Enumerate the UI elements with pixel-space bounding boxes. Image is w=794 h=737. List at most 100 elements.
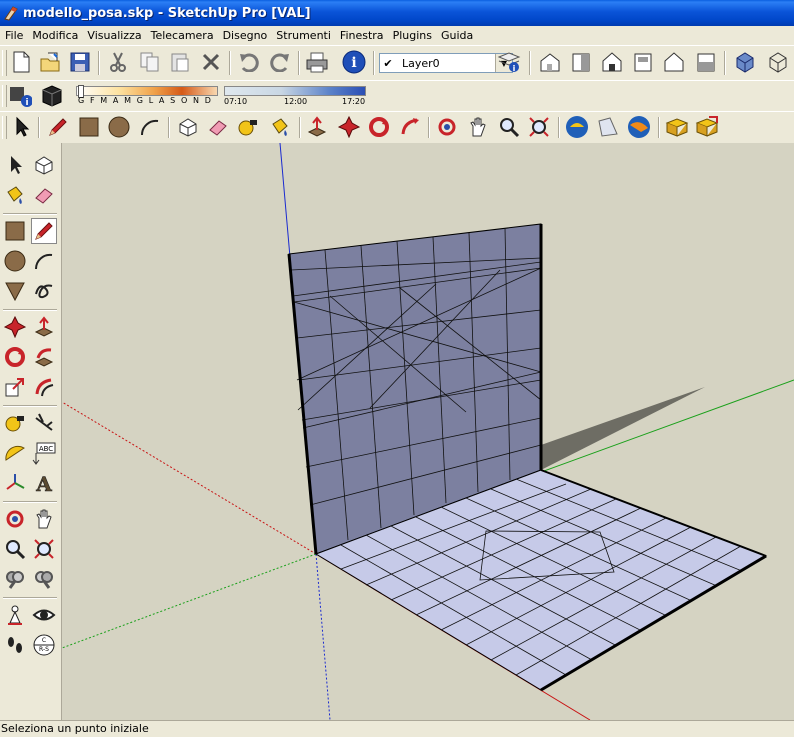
circle-icon[interactable] [107, 115, 131, 139]
text-icon[interactable]: ABC [31, 440, 57, 466]
menu-file[interactable]: File [0, 29, 27, 42]
toolbar-grip[interactable] [2, 85, 7, 107]
tape-measure-icon[interactable] [2, 410, 28, 436]
share-component-icon[interactable] [695, 115, 719, 139]
look-around-icon[interactable] [31, 602, 57, 628]
paint-bucket-icon[interactable] [268, 115, 292, 139]
cut-icon[interactable] [106, 50, 130, 74]
push-pull-icon[interactable] [305, 115, 329, 139]
zoom-icon[interactable] [2, 536, 28, 562]
select-icon[interactable] [2, 152, 28, 178]
time-slider[interactable] [224, 86, 366, 96]
layer-visible-checkmark[interactable]: ✔ [380, 57, 396, 70]
pan-icon[interactable] [31, 506, 57, 532]
menu-disegno[interactable]: Disegno [218, 29, 272, 42]
orbit-icon[interactable] [2, 506, 28, 532]
next-view-icon[interactable] [31, 566, 57, 592]
rotate-icon[interactable] [367, 115, 391, 139]
arc-icon[interactable] [31, 248, 57, 274]
axes-icon[interactable] [2, 470, 28, 496]
make-component-icon[interactable] [176, 115, 200, 139]
3d-text-icon[interactable]: A [31, 470, 57, 496]
toolbar-grip[interactable] [2, 50, 7, 76]
erase-icon[interactable] [199, 50, 223, 74]
month-slider[interactable] [76, 86, 218, 96]
scale-icon[interactable] [2, 374, 28, 400]
drawing-viewport[interactable] [62, 143, 794, 720]
pencil-icon[interactable] [46, 115, 70, 139]
share-model-icon[interactable] [596, 115, 620, 139]
move-icon[interactable] [337, 115, 361, 139]
save-icon[interactable] [68, 50, 92, 74]
dimension-icon[interactable] [31, 410, 57, 436]
model-scene[interactable] [62, 143, 794, 720]
arc-icon[interactable] [138, 115, 162, 139]
back-view-icon[interactable] [662, 50, 686, 74]
rectangle-icon[interactable] [77, 115, 101, 139]
left-view-icon[interactable] [694, 50, 718, 74]
eraser-icon[interactable] [206, 115, 230, 139]
shadows-toggle-icon[interactable] [40, 84, 64, 108]
copy-icon[interactable] [138, 50, 162, 74]
google-earth-icon[interactable] [627, 115, 651, 139]
layer-dropdown[interactable]: ✔ Layer0 ▼ [379, 53, 513, 73]
paint-bucket-icon[interactable] [2, 182, 28, 208]
svg-text:R-S: R-S [39, 646, 49, 653]
right-view-icon[interactable] [631, 50, 655, 74]
move-icon[interactable] [2, 314, 28, 340]
zoom-window-icon[interactable] [31, 536, 57, 562]
follow-me-icon[interactable] [31, 344, 57, 370]
eraser-icon[interactable] [31, 182, 57, 208]
previous-view-icon[interactable] [2, 566, 28, 592]
select-icon[interactable] [9, 115, 33, 139]
menu-strumenti[interactable]: Strumenti [271, 29, 335, 42]
get-photo-icon[interactable] [665, 115, 689, 139]
menu-telecamera[interactable]: Telecamera [146, 29, 218, 42]
push-pull-icon[interactable] [31, 314, 57, 340]
new-file-icon[interactable] [9, 50, 33, 74]
green-axis-negative [62, 553, 317, 649]
circle-icon[interactable] [2, 248, 28, 274]
paste-icon[interactable] [168, 50, 192, 74]
print-icon[interactable] [305, 50, 329, 74]
layer-manager-icon[interactable]: i [497, 50, 521, 74]
line-icon[interactable] [31, 218, 57, 244]
walk-icon[interactable] [2, 632, 28, 658]
menu-finestra[interactable]: Finestra [335, 29, 388, 42]
open-file-icon[interactable] [38, 50, 62, 74]
xray-icon[interactable] [733, 50, 757, 74]
sketchup-app-icon[interactable] [3, 5, 19, 21]
svg-text:A: A [35, 472, 52, 494]
model-info-icon[interactable]: i [342, 50, 366, 74]
get-models-icon[interactable] [565, 115, 589, 139]
menu-modifica[interactable]: Modifica [27, 29, 82, 42]
toolbar-grip[interactable] [2, 116, 7, 139]
rectangle-icon[interactable] [2, 218, 28, 244]
tape-measure-icon[interactable] [236, 115, 260, 139]
protractor-icon[interactable] [2, 440, 28, 466]
top-view-icon[interactable] [569, 50, 593, 74]
follow-me-icon[interactable] [398, 115, 422, 139]
pan-icon[interactable] [466, 115, 490, 139]
zoom-icon[interactable] [497, 115, 521, 139]
wireframe-icon[interactable] [766, 50, 790, 74]
zoom-extents-icon[interactable] [527, 115, 551, 139]
front-view-icon[interactable] [600, 50, 624, 74]
menu-visualizza[interactable]: Visualizza [82, 29, 145, 42]
make-component-icon[interactable] [31, 152, 57, 178]
orbit-icon[interactable] [435, 115, 459, 139]
position-camera-icon[interactable] [2, 602, 28, 628]
tools-toolbar [0, 111, 794, 144]
menu-guida[interactable]: Guida [436, 29, 477, 42]
freehand-icon[interactable] [31, 278, 57, 304]
menu-plugins[interactable]: Plugins [388, 29, 436, 42]
iso-view-icon[interactable] [538, 50, 562, 74]
offset-icon[interactable] [31, 374, 57, 400]
redo-icon[interactable] [268, 50, 292, 74]
section-plane-icon[interactable]: C R-S [31, 632, 57, 658]
rotate-icon[interactable] [2, 344, 28, 370]
model-info-layers-icon[interactable]: i [8, 84, 32, 108]
polygon-icon[interactable] [2, 278, 28, 304]
undo-icon[interactable] [237, 50, 261, 74]
svg-text:i: i [25, 98, 28, 108]
